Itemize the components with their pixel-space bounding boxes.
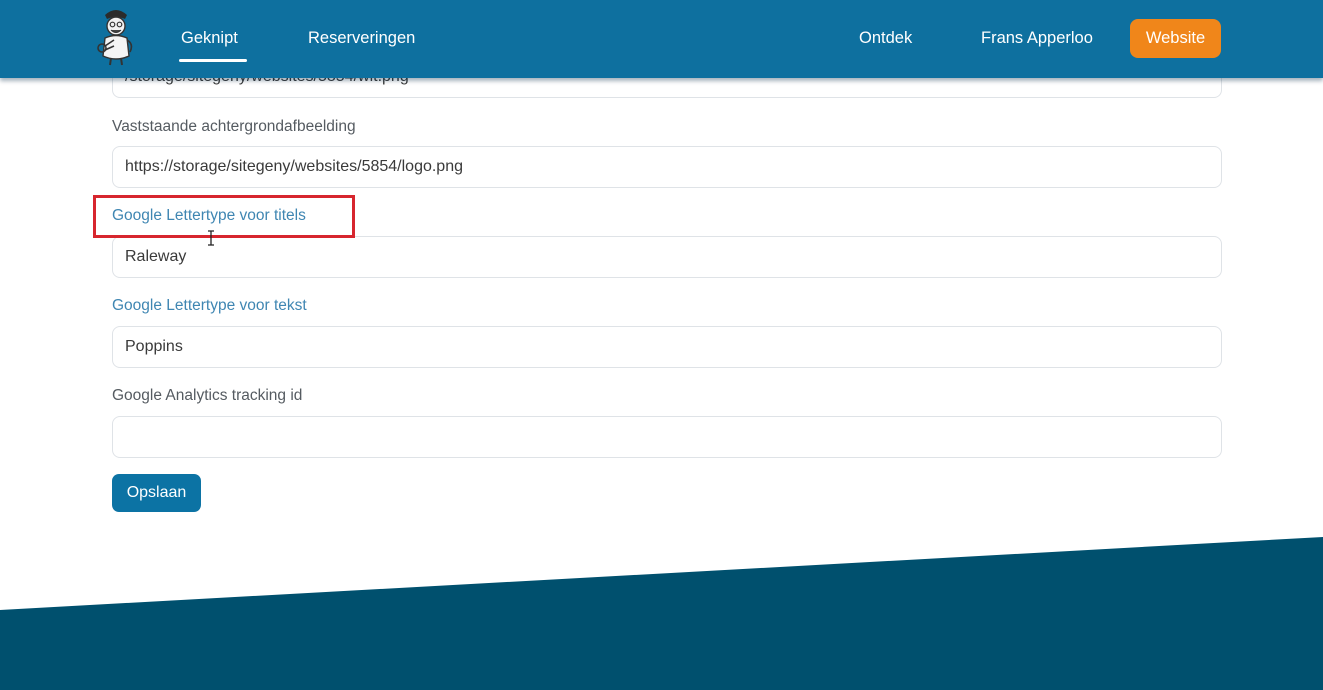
background-image-input[interactable] bbox=[112, 146, 1222, 188]
nav-link-geknipt[interactable]: Geknipt bbox=[181, 29, 238, 48]
page: Vaststaande achtergrondafbeelding Google… bbox=[0, 0, 1323, 690]
mascot-logo-icon[interactable] bbox=[92, 6, 140, 66]
nav-link-user[interactable]: Frans Apperloo bbox=[981, 29, 1093, 48]
active-tab-underline bbox=[179, 59, 247, 62]
website-button[interactable]: Website bbox=[1130, 19, 1221, 58]
text-font-label: Google Lettertype voor tekst bbox=[112, 297, 307, 314]
footer-wave bbox=[0, 537, 1323, 690]
text-font-input[interactable] bbox=[112, 326, 1222, 368]
text-cursor-icon bbox=[208, 230, 214, 246]
title-font-input[interactable] bbox=[112, 236, 1222, 278]
title-font-label: Google Lettertype voor titels bbox=[112, 207, 306, 224]
top-navbar: Geknipt Reserveringen Ontdek Frans Apper… bbox=[0, 0, 1323, 78]
background-image-label: Vaststaande achtergrondafbeelding bbox=[112, 118, 356, 135]
analytics-id-label: Google Analytics tracking id bbox=[112, 387, 303, 404]
save-button[interactable]: Opslaan bbox=[112, 474, 201, 512]
nav-link-ontdek[interactable]: Ontdek bbox=[859, 29, 912, 48]
analytics-id-input[interactable] bbox=[112, 416, 1222, 458]
nav-link-reserveringen[interactable]: Reserveringen bbox=[308, 29, 415, 48]
